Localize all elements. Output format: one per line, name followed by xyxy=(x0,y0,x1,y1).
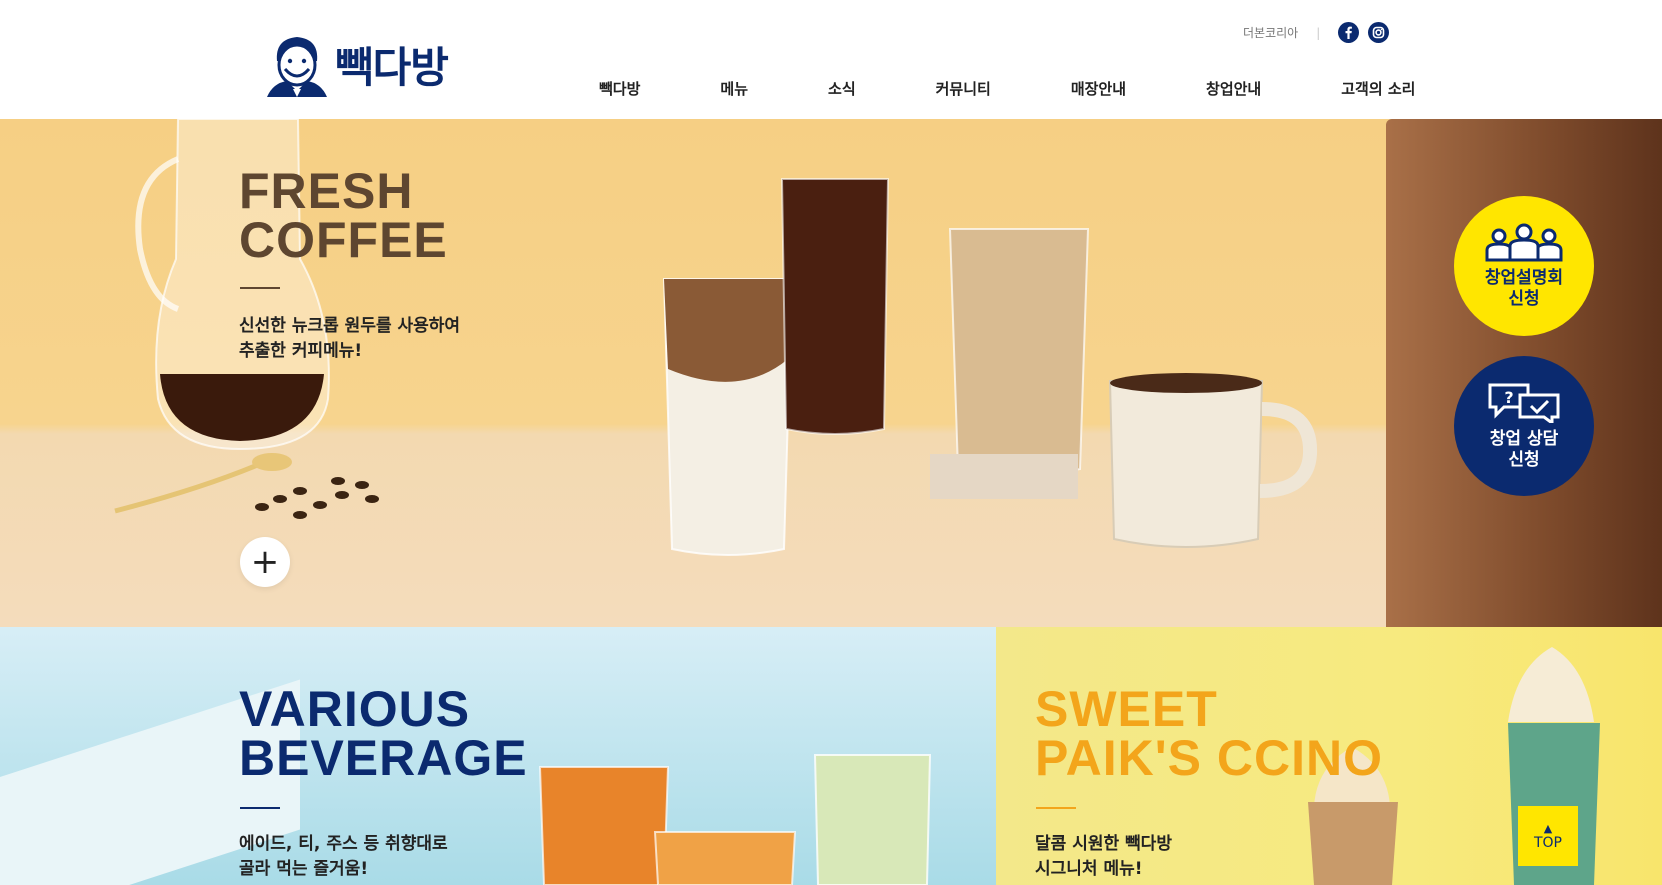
hero-desc-line1: 신선한 뉴크롭 원두를 사용하여 xyxy=(239,316,461,336)
utility-bar: 더본코리아 | xyxy=(1243,22,1398,43)
franchise-seminar-button[interactable]: 창업설명회 신청 xyxy=(1454,196,1594,336)
hero-more-button[interactable]: + xyxy=(240,537,290,587)
various-beverage-title: VARIOUS BEVERAGE xyxy=(239,681,528,786)
beverage-description: 에이드, 티, 주스 등 취향대로 골라 먹는 즐거움! xyxy=(239,832,448,882)
sweet-description: 달콤 시원한 빽다방 시그니처 메뉴! xyxy=(1035,832,1172,882)
sweet-title-line1: SWEET xyxy=(1035,681,1218,737)
hero-desc-line2: 추출한 커피메뉴! xyxy=(239,341,363,361)
beverage-title-line2: BEVERAGE xyxy=(239,730,528,786)
beverage-desc-line1: 에이드, 티, 주스 등 취향대로 xyxy=(239,834,448,854)
fresh-coffee-banner: FRESH COFFEE 신선한 뉴크롭 원두를 사용하여 추출한 커피메뉴! … xyxy=(0,119,1662,627)
hero-divider xyxy=(240,287,280,289)
fresh-coffee-title: FRESH COFFEE xyxy=(239,163,448,268)
nav-store-info[interactable]: 매장안내 xyxy=(1071,78,1126,99)
sweet-desc-line1: 달콤 시원한 빽다방 xyxy=(1035,834,1172,854)
util-separator: | xyxy=(1316,25,1321,40)
instagram-icon[interactable] xyxy=(1368,22,1390,43)
paik-face-logo-icon xyxy=(267,37,327,97)
consult-label-line1: 창업 상담 xyxy=(1489,429,1559,449)
site-logo[interactable]: 빽다방 xyxy=(263,31,449,97)
hero-description: 신선한 뉴크롭 원두를 사용하여 추출한 커피메뉴! xyxy=(239,314,460,364)
nav-news[interactable]: 소식 xyxy=(828,78,856,99)
seminar-label-line1: 창업설명회 xyxy=(1484,268,1564,288)
nav-franchise-info[interactable]: 창업안내 xyxy=(1206,78,1261,99)
seminar-label-line2: 신청 xyxy=(1508,289,1540,309)
top-label: TOP xyxy=(1533,835,1562,851)
thebon-korea-link[interactable]: 더본코리아 xyxy=(1243,24,1298,41)
sweet-paikccino-title: SWEET PAIK'S CCINO xyxy=(1035,681,1383,786)
sweet-title-line2: PAIK'S CCINO xyxy=(1035,730,1383,786)
site-header: 빽다방 더본코리아 | 빽다방 메뉴 소식 커뮤니티 매장안내 창업안내 고객의… xyxy=(0,0,1662,119)
sweet-divider xyxy=(1036,807,1076,809)
scroll-top-button[interactable]: ▲ TOP xyxy=(1518,806,1578,866)
franchise-consult-button[interactable]: ? 창업 상담 신청 xyxy=(1454,356,1594,496)
consult-label-line2: 신청 xyxy=(1508,450,1540,470)
hero-title-line1: FRESH xyxy=(239,163,414,219)
beverage-divider xyxy=(240,807,280,809)
group-people-icon xyxy=(1485,223,1563,262)
up-arrow-icon: ▲ xyxy=(1543,822,1553,835)
logo-text: 빽다방 xyxy=(335,42,449,92)
various-beverage-banner[interactable]: VARIOUS BEVERAGE 에이드, 티, 주스 등 취향대로 골라 먹는… xyxy=(0,627,996,885)
chat-bubbles-icon: ? xyxy=(1488,383,1560,423)
nav-menu[interactable]: 메뉴 xyxy=(720,78,748,99)
facebook-icon[interactable] xyxy=(1338,22,1360,43)
nav-community[interactable]: 커뮤니티 xyxy=(936,78,991,99)
main-nav: 빽다방 메뉴 소식 커뮤니티 매장안내 창업안내 고객의 소리 xyxy=(599,78,1415,99)
beverage-desc-line2: 골라 먹는 즐거움! xyxy=(239,859,369,879)
hero-title-line2: COFFEE xyxy=(239,212,448,268)
beverage-title-line1: VARIOUS xyxy=(239,681,471,737)
nav-customer-voice[interactable]: 고객의 소리 xyxy=(1341,78,1415,99)
sweet-desc-line2: 시그니처 메뉴! xyxy=(1035,859,1143,879)
nav-paikdabang[interactable]: 빽다방 xyxy=(599,78,640,99)
svg-text:?: ? xyxy=(1504,388,1513,407)
